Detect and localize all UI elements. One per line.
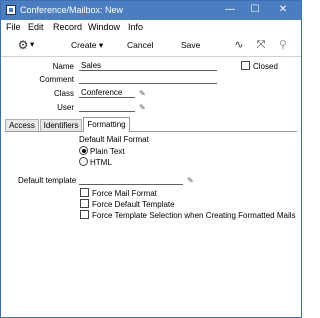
menu-window[interactable]: Window [88,22,120,32]
cancel-button[interactable]: Cancel [127,40,153,50]
force-template-selection-label: Force Template Selection when Creating F… [92,211,296,220]
comment-label: Comment [39,75,74,84]
create-button[interactable]: Create ▾ [71,40,103,51]
comment-field[interactable] [79,74,217,84]
menu-file[interactable]: File [6,22,21,32]
record-window: Conference/Mailbox: New — ☐ ✕ File Edit … [0,0,302,318]
user-label: User [57,103,74,112]
user-field[interactable] [79,102,135,112]
tab-access[interactable]: Access [5,119,39,131]
closed-checkbox[interactable] [241,61,250,70]
html-radio[interactable] [79,157,88,166]
tab-formatting[interactable]: Formatting [83,117,130,132]
paste-template-icon[interactable]: ✎ [187,177,195,185]
tab-divider [5,131,297,132]
attachment-icon[interactable]: ⚲ [276,38,290,52]
gear-dropdown-arrow-icon[interactable]: ▾ [30,39,34,50]
menu-record[interactable]: Record [53,22,82,32]
class-label: Class [53,89,74,98]
name-field[interactable]: Sales [79,61,217,71]
force-template-selection-checkbox[interactable] [80,210,89,219]
paste-class-icon[interactable]: ✎ [139,90,147,98]
menu-edit[interactable]: Edit [28,22,44,32]
app-icon [6,5,16,15]
tab-identifiers[interactable]: Identifiers [40,119,82,131]
force-mail-format-checkbox[interactable] [80,188,89,197]
create-button-label: Create [71,40,97,50]
close-icon[interactable]: ✕ [276,3,290,17]
plain-text-label: Plain Text [90,147,125,156]
save-button[interactable]: Save [181,40,200,50]
force-default-template-checkbox[interactable] [80,199,89,208]
menu-info[interactable]: Info [128,22,143,32]
force-mail-format-label: Force Mail Format [92,189,157,198]
default-template-field[interactable] [79,175,183,185]
expand-icon[interactable]: ⤧ [254,38,268,52]
gear-icon[interactable]: ⚙ [16,38,30,52]
minimize-icon[interactable]: — [223,3,237,17]
create-dropdown-arrow-icon: ▾ [98,40,104,50]
class-field[interactable]: Conference [79,88,135,98]
closed-label: Closed [253,62,278,71]
html-label: HTML [90,158,112,167]
title-bar[interactable]: Conference/Mailbox: New — ☐ ✕ [1,1,301,20]
toolbar: ⚙ ▾ Create ▾ Cancel Save ∿ ⤧ ⚲ [1,34,301,57]
paste-user-icon[interactable]: ✎ [139,104,147,112]
default-template-label: Default template [18,176,77,185]
plain-text-radio[interactable] [79,146,88,155]
menu-bar: File Edit Record Window Info [1,20,301,34]
window-title: Conference/Mailbox: New [20,5,124,15]
maximize-icon[interactable]: ☐ [248,3,262,17]
force-default-template-label: Force Default Template [92,200,175,209]
default-mail-format-label: Default Mail Format [79,135,149,144]
flag-icon[interactable]: ∿ [232,38,246,52]
name-label: Name [52,62,74,71]
